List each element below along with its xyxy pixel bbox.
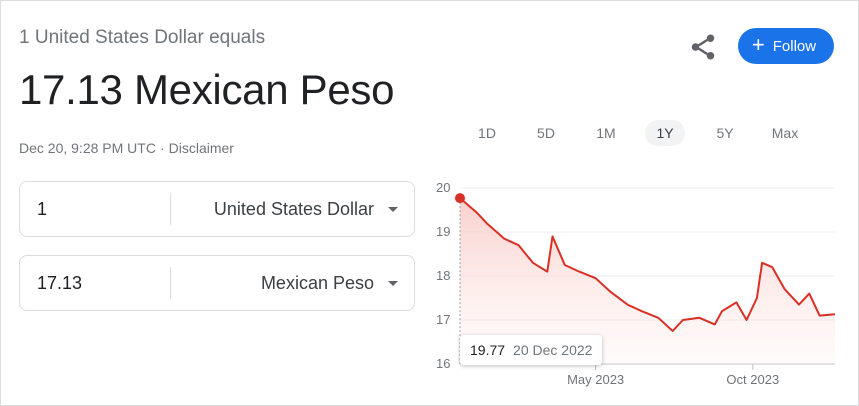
from-currency-box: 1 United States Dollar (19, 181, 415, 237)
follow-label: Follow (772, 37, 817, 55)
hover-point (455, 193, 465, 204)
conversion-result: 17.13 Mexican Peso (19, 66, 395, 113)
range-tabs: 1D 5D 1M 1Y 5Y Max (467, 120, 827, 146)
from-amount-input[interactable]: 1 (37, 199, 47, 220)
conversion-headline: 1 United States Dollar equals (19, 27, 266, 48)
to-currency-select[interactable]: Mexican Peso (261, 273, 374, 294)
tooltip-value: 19.77 (470, 342, 506, 358)
divider (170, 193, 171, 225)
dropdown-caret-icon[interactable] (388, 207, 398, 212)
timestamp-line: Dec 20, 9:28 PM UTC · Disclaimer (19, 140, 234, 156)
y-tick-label: 18 (436, 268, 450, 283)
range-tab-5d[interactable]: 5D (531, 120, 561, 146)
range-tab-1d[interactable]: 1D (472, 120, 502, 146)
x-tick-label: May 2023 (567, 372, 624, 387)
chart-tooltip: 19.77 20 Dec 2022 (460, 335, 603, 365)
y-tick-label: 19 (436, 224, 450, 239)
timestamp: Dec 20, 9:28 PM UTC (19, 140, 156, 156)
range-tab-1y[interactable]: 1Y (645, 120, 685, 146)
separator-dot: · (159, 140, 165, 156)
share-button[interactable] (688, 32, 718, 62)
divider (170, 267, 171, 299)
follow-button[interactable]: + Follow (738, 28, 834, 64)
to-currency-box: 17.13 Mexican Peso (19, 255, 415, 311)
x-tick-label: Oct 2023 (726, 372, 779, 387)
range-tab-max[interactable]: Max (765, 120, 805, 146)
to-amount-input[interactable]: 17.13 (37, 273, 82, 294)
dropdown-caret-icon[interactable] (388, 281, 398, 286)
range-tab-5y[interactable]: 5Y (710, 120, 740, 146)
y-tick-label: 16 (436, 356, 450, 371)
range-tab-1m[interactable]: 1M (591, 120, 621, 146)
y-tick-label: 17 (436, 312, 450, 327)
from-currency-select[interactable]: United States Dollar (214, 199, 374, 220)
tooltip-date: 20 Dec 2022 (513, 342, 593, 358)
y-tick-label: 20 (436, 180, 450, 195)
share-icon (691, 34, 715, 60)
plus-icon: + (751, 32, 765, 57)
disclaimer-link[interactable]: Disclaimer (169, 140, 234, 156)
